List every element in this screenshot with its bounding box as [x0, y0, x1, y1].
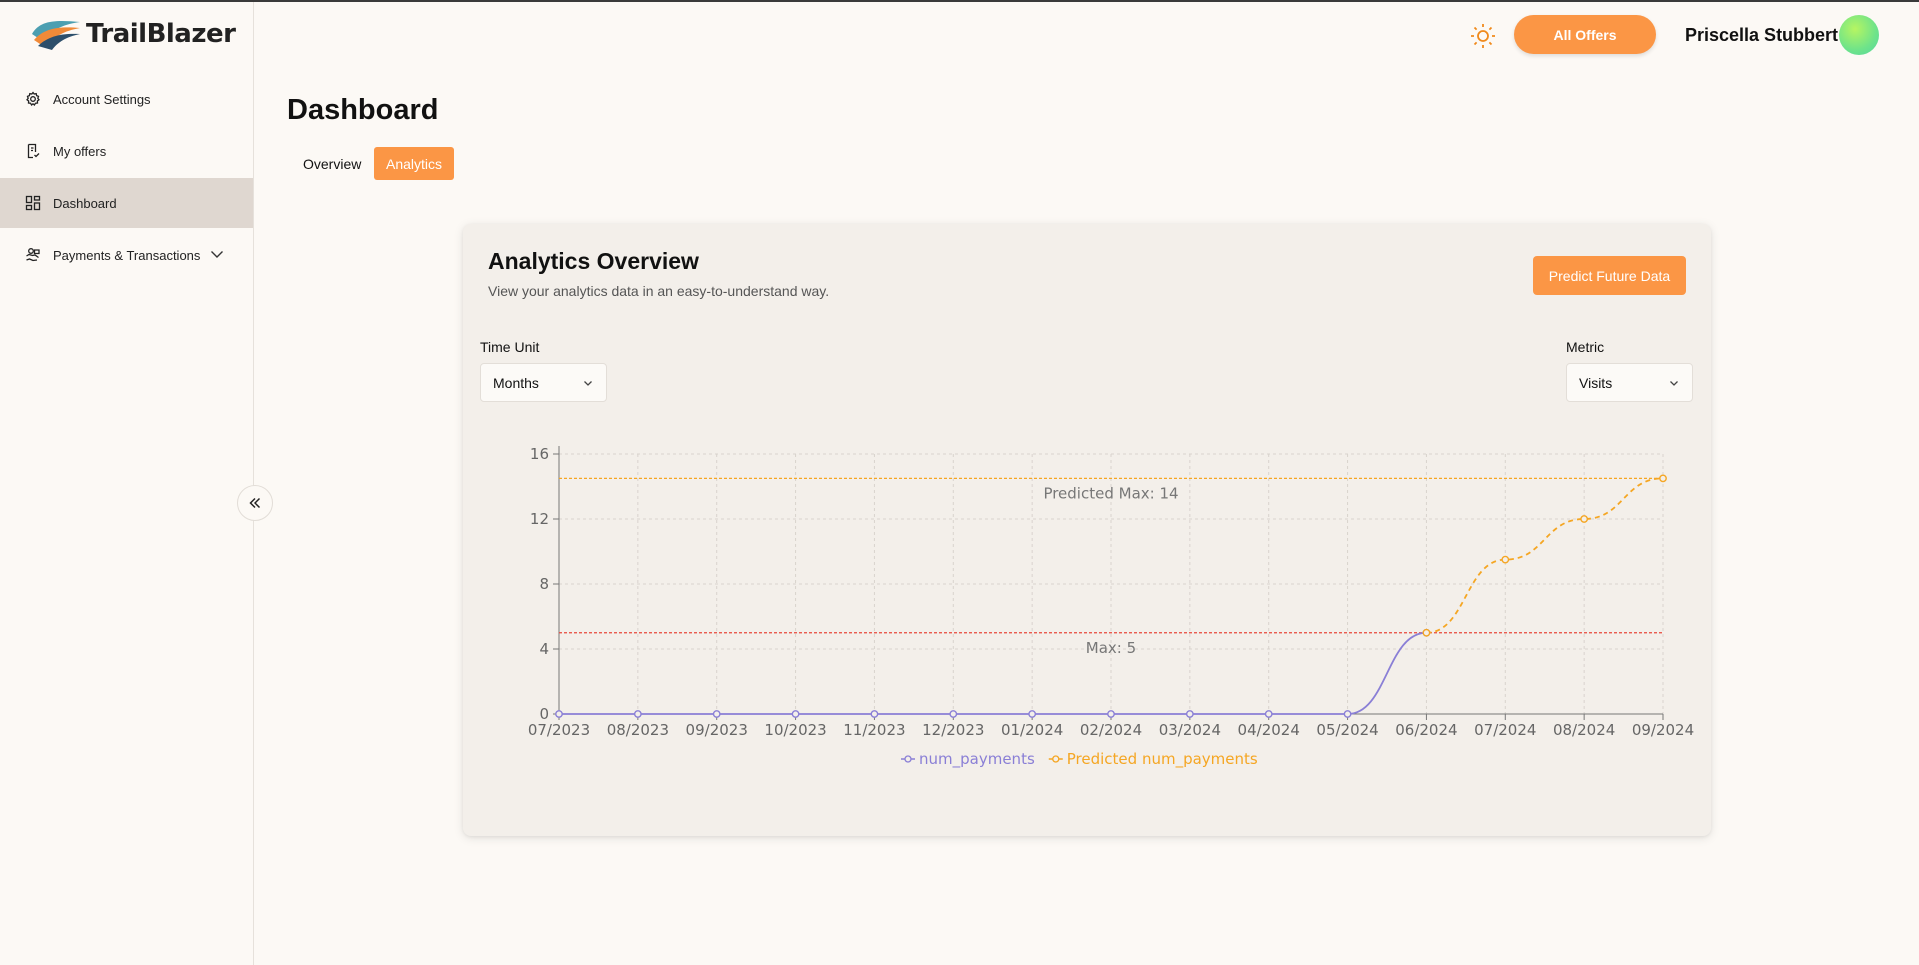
data-point — [555, 710, 563, 718]
data-point — [1580, 515, 1589, 523]
x-tick-label: 09/2023 — [686, 721, 748, 739]
data-point — [949, 710, 958, 718]
page-title: Dashboard — [287, 94, 439, 126]
data-point — [633, 710, 642, 718]
card-title: Analytics Overview — [488, 248, 699, 274]
chevron-down-icon — [584, 381, 592, 386]
x-tick-label: 08/2023 — [607, 721, 669, 739]
double-chevron-left-icon — [249, 497, 261, 509]
trailblazer-logo-icon — [32, 21, 80, 50]
x-tick-label: 03/2024 — [1159, 721, 1221, 739]
legend-marker — [904, 755, 912, 763]
y-tick-label: 8 — [539, 575, 549, 593]
sidebar-nav: Account Settings My offers Dashboard Pay… — [0, 74, 253, 282]
document-icon — [27, 143, 40, 159]
sidebar-item-label: Account Settings — [53, 91, 151, 107]
analytics-card: Analytics Overview View your analytics d… — [463, 224, 1711, 836]
series-line — [558, 631, 1427, 715]
x-tick-label: 08/2024 — [1553, 721, 1615, 739]
x-tick-label: 02/2024 — [1080, 721, 1142, 739]
data-point — [712, 710, 721, 718]
data-point — [1107, 710, 1115, 718]
data-point — [791, 710, 800, 718]
x-tick-label: 09/2024 — [1632, 721, 1694, 739]
sidebar: TrailBlazer Account Settings My offers D… — [0, 2, 254, 965]
gear-icon — [26, 91, 40, 106]
x-tick-label: 10/2023 — [764, 721, 826, 739]
x-tick-label: 01/2024 — [1001, 721, 1063, 739]
data-point — [1028, 710, 1037, 718]
data-point — [1659, 474, 1667, 483]
x-tick-label: 06/2024 — [1395, 721, 1457, 739]
legend-label: Predicted num_payments — [1067, 750, 1258, 769]
data-point — [1343, 710, 1352, 718]
analytics-line-chart: 048121607/2023 08/2023 09/2023 10/2023 11/20… — [528, 445, 1694, 769]
time-unit-label: Time Unit — [480, 339, 540, 355]
sidebar-item-label: Dashboard — [53, 195, 117, 211]
x-tick-label: 07/2024 — [1474, 721, 1536, 739]
data-point — [1422, 628, 1431, 637]
x-tick-label: 12/2023 — [922, 721, 984, 739]
x-tick-label: 04/2024 — [1238, 721, 1300, 739]
series-line — [1426, 477, 1664, 634]
sidebar-item-dashboard[interactable]: Dashboard — [0, 178, 253, 228]
metric-select[interactable]: Visits — [1566, 363, 1693, 402]
x-tick-label: 07/2023 — [528, 721, 590, 739]
x-tick-label: 11/2023 — [843, 721, 905, 739]
time-unit-value: Months — [493, 374, 539, 391]
sidebar-item-label: Payments & Transactions — [53, 247, 201, 263]
data-point — [870, 710, 879, 718]
grid-icon — [25, 195, 41, 211]
metric-label: Metric — [1566, 339, 1605, 355]
data-point — [1501, 555, 1510, 564]
sidebar-item-my-offers[interactable]: My offers — [0, 126, 253, 176]
reference-line-label: Max: 5 — [1086, 639, 1136, 657]
all-offers-button[interactable]: All Offers — [1514, 15, 1656, 54]
metric-value: Visits — [1579, 374, 1613, 391]
tab-overview[interactable]: Overview — [291, 147, 373, 180]
chevron-down-icon[interactable] — [209, 246, 225, 262]
y-tick-label: 12 — [530, 510, 549, 528]
reference-line-label: Predicted Max: 14 — [1043, 484, 1178, 502]
collapse-sidebar-button[interactable] — [237, 485, 273, 521]
logo[interactable]: TrailBlazer — [30, 16, 236, 52]
y-tick-label: 16 — [530, 445, 549, 463]
sidebar-item-payments-transactions[interactable]: Payments & Transactions — [0, 230, 253, 280]
payments-icon — [26, 248, 40, 262]
sun-icon[interactable] — [1469, 22, 1497, 50]
x-tick-label: 05/2024 — [1316, 721, 1378, 739]
y-tick-label: 4 — [539, 640, 549, 658]
card-subtitle: View your analytics data in an easy-to-u… — [488, 283, 830, 299]
avatar[interactable] — [1839, 15, 1879, 55]
legend-marker — [1052, 755, 1060, 763]
chevron-down-icon — [1670, 381, 1678, 386]
legend-label: num_payments — [919, 750, 1035, 769]
tab-analytics[interactable]: Analytics — [374, 147, 455, 180]
predict-future-data-button[interactable]: Predict Future Data — [1533, 256, 1686, 295]
user-name[interactable]: Priscella Stubbert — [1685, 25, 1838, 46]
sidebar-item-account-settings[interactable]: Account Settings — [0, 74, 253, 124]
data-point — [1264, 710, 1273, 718]
time-unit-select[interactable]: Months — [480, 363, 607, 402]
data-point — [1185, 710, 1194, 718]
sidebar-item-label: My offers — [53, 143, 107, 159]
brand-name: TrailBlazer — [86, 19, 236, 49]
